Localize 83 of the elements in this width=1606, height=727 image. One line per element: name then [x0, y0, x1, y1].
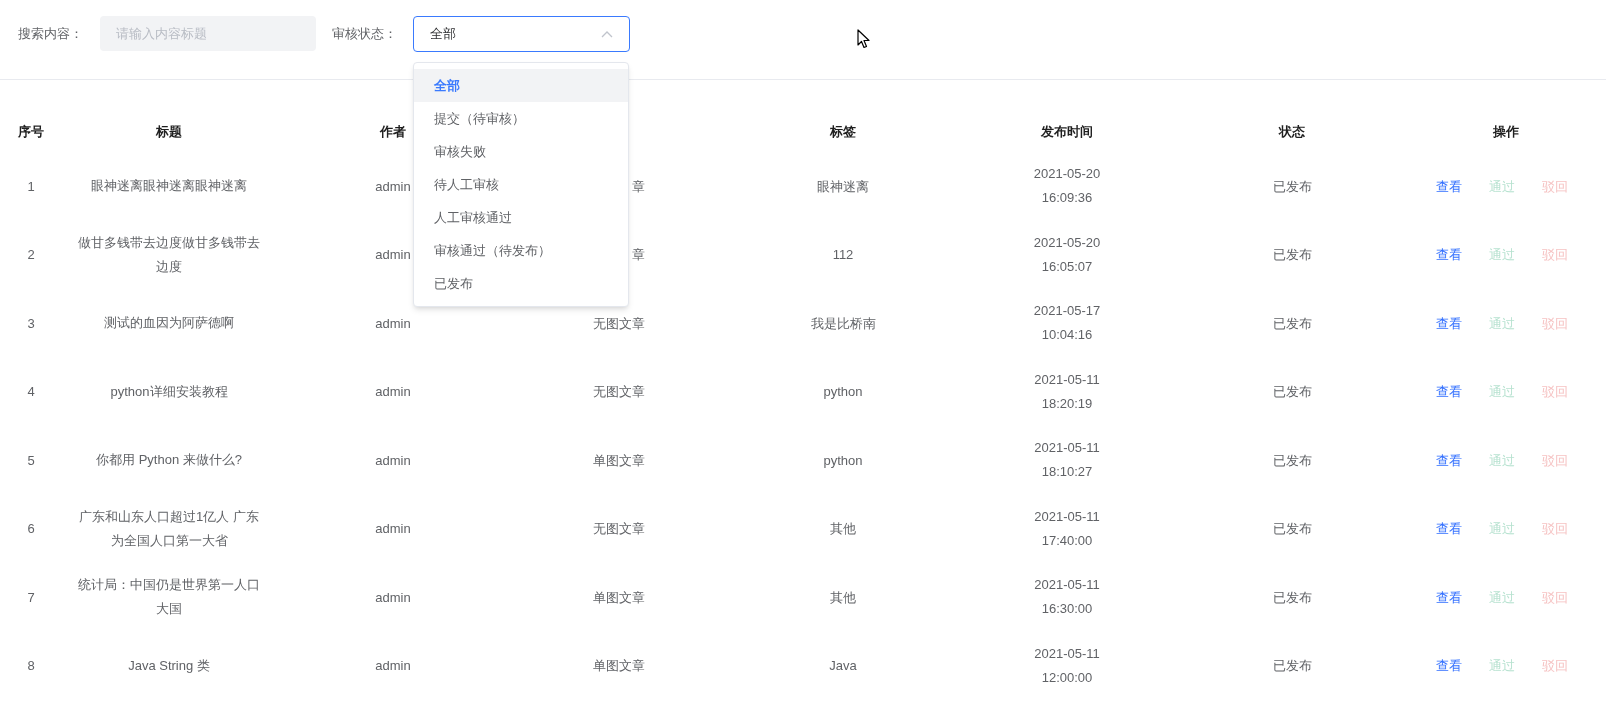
- table-cell-text: admin: [375, 657, 411, 675]
- table-cell-text: 单图文章: [593, 588, 645, 607]
- table-cell-text: 已发布: [1272, 177, 1312, 196]
- table-cell-text: 无图文章: [593, 314, 645, 333]
- table-cell-text: admin: [375, 314, 411, 333]
- dropdown-option[interactable]: 提交（待审核）: [414, 102, 628, 135]
- column-header: 发布时间: [1041, 123, 1093, 142]
- table-cell-text: 5: [27, 451, 35, 470]
- table-cell-text: 已发布: [1272, 520, 1312, 538]
- action-link[interactable]: 查看: [1436, 245, 1462, 265]
- caret-icon: [601, 29, 613, 38]
- table-cell-text: 2021-05-17 10:04:16: [1032, 302, 1102, 345]
- table-cell-text: 其他: [830, 520, 856, 538]
- table-cell-text: 8: [27, 657, 35, 675]
- table-cell-text: admin: [375, 383, 411, 401]
- table-cell-text: 2021-05-20 16:09:36: [1032, 165, 1102, 208]
- table-cell-text: 已发布: [1272, 314, 1312, 333]
- table-cell-text: 2021-05-11 17:40:00: [1033, 507, 1101, 550]
- table-cell-text: 我是比桥南: [810, 314, 876, 333]
- action-link[interactable]: 查看: [1436, 656, 1462, 676]
- table-cell-text: 已发布: [1272, 383, 1312, 401]
- table-cell-text: 测试的血因为阿萨德啊: [104, 314, 234, 333]
- column-header: 作者: [380, 123, 406, 142]
- table-cell-text: 2021-05-11 16:30:00: [1033, 576, 1101, 619]
- column-header: 序号: [18, 123, 44, 142]
- table-cell-text: 单图文章: [593, 657, 645, 675]
- action-link[interactable]: 查看: [1436, 176, 1462, 196]
- field-label: 审核状态：: [332, 24, 398, 43]
- table-cell-text: 7: [27, 588, 35, 607]
- table-cell-text: 1: [27, 177, 35, 196]
- table-cell-text: 2021-05-20 16:05:07: [1032, 233, 1102, 276]
- table-cell-text: 已发布: [1272, 588, 1312, 607]
- table-cell-text: 广东和山东人口超过1亿人 广东为全国人口第一大省: [78, 507, 260, 550]
- table-cell-text: 你都用 Python 来做什么?: [96, 451, 242, 470]
- table-cell-text: python: [823, 451, 863, 470]
- action-link[interactable]: 查看: [1436, 382, 1462, 402]
- action-link[interactable]: 查看: [1436, 519, 1462, 539]
- table-cell-text: 已发布: [1272, 657, 1312, 675]
- table-cell-text: 2021-05-11 12:00:00: [1033, 644, 1101, 687]
- table-cell-text: 章: [632, 246, 645, 264]
- table-cell-text: admin: [375, 588, 411, 607]
- column-header: 状态: [1279, 123, 1305, 142]
- table-cell-text: 112: [832, 246, 854, 264]
- cursor-icon: [857, 29, 870, 49]
- table-cell-text: python: [823, 383, 863, 401]
- table-cell-text: 已发布: [1272, 451, 1312, 470]
- table-cell-text: admin: [375, 177, 411, 196]
- dropdown-option[interactable]: 全部: [414, 69, 628, 102]
- table-cell-text: 已发布: [1272, 246, 1312, 264]
- table-cell-text: 眼神迷离眼神迷离眼神迷离: [91, 177, 247, 196]
- table-cell-text: 统计局：中国仍是世界第一人口大国: [77, 576, 261, 619]
- status-select[interactable]: 全部: [413, 15, 630, 52]
- table-cell-text: 眼神迷离: [817, 177, 869, 196]
- table-cell-text: 做甘多钱带去边度做甘多钱带去边度: [77, 233, 261, 276]
- dropdown-option[interactable]: 人工审核通过: [414, 201, 628, 234]
- table-cell-text: Java String 类: [128, 656, 210, 675]
- table-cell-text: 无图文章: [593, 383, 645, 401]
- table-cell-text: 6: [27, 520, 35, 538]
- table-cell-text: 2: [27, 246, 35, 264]
- table-cell-text: 单图文章: [593, 451, 645, 470]
- action-link[interactable]: 查看: [1436, 313, 1462, 333]
- column-header: 操作: [1493, 123, 1519, 142]
- table-cell-text: 无图文章: [593, 520, 645, 538]
- table-cell-text: 2021-05-11 18:10:27: [1033, 439, 1101, 482]
- dropdown-option[interactable]: 审核通过（待发布）: [414, 234, 628, 267]
- table-cell-text: 章: [632, 177, 645, 196]
- dropdown-option[interactable]: 审核失败: [414, 135, 628, 168]
- table-cell-text: admin: [375, 520, 411, 538]
- column-header: 标题: [156, 123, 182, 142]
- action-link[interactable]: 查看: [1436, 450, 1462, 470]
- table-cell-text: python详细安装教程: [110, 382, 228, 401]
- table-cell-text: 4: [27, 383, 35, 401]
- table-cell-text: Java: [829, 657, 857, 675]
- column-header: 标签: [830, 123, 856, 142]
- dropdown-option[interactable]: 已发布: [414, 267, 628, 300]
- action-link[interactable]: 查看: [1436, 587, 1462, 607]
- table-cell-text: 3: [27, 314, 35, 333]
- table-cell-text: 其他: [830, 588, 856, 607]
- dropdown-option[interactable]: 待人工审核: [414, 168, 628, 201]
- field-label: 搜索内容：: [18, 24, 84, 43]
- table-cell-text: admin: [375, 451, 411, 470]
- table-cell-text: 2021-05-11 18:20:19: [1033, 370, 1101, 413]
- table-cell-text: admin: [375, 246, 411, 264]
